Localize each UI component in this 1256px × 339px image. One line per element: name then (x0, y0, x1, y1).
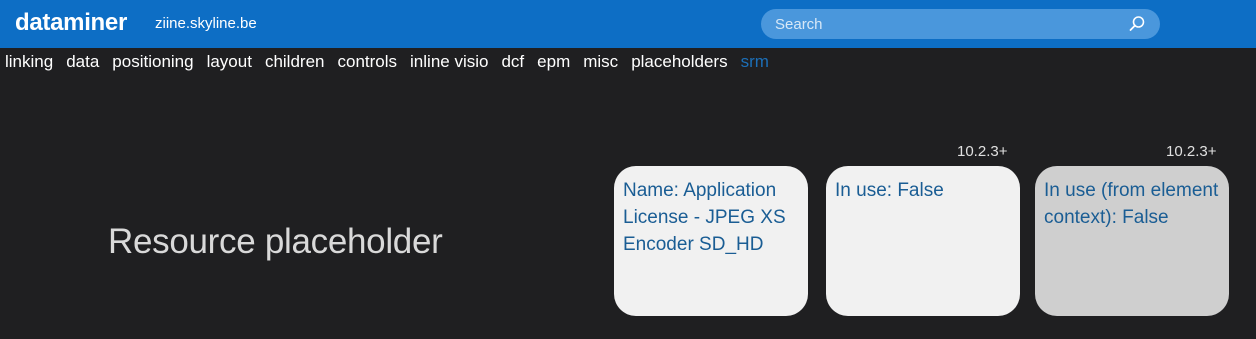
nav-item-inline-visio[interactable]: inline visio (410, 52, 488, 72)
main-nav: linking data positioning layout children… (0, 48, 1256, 76)
card-text: Name: Application License - JPEG XS Enco… (623, 180, 786, 255)
nav-item-epm[interactable]: epm (537, 52, 570, 72)
section-title: Resource placeholder (108, 222, 443, 261)
resource-name-card: Name: Application License - JPEG XS Enco… (614, 166, 808, 316)
version-badge: 10.2.3+ (957, 143, 1008, 160)
version-badge: 10.2.3+ (1166, 143, 1217, 160)
nav-item-layout[interactable]: layout (207, 52, 252, 72)
top-bar: dataminer ziine.skyline.be (0, 0, 1256, 48)
nav-item-data[interactable]: data (66, 52, 99, 72)
card-text: In use: False (835, 180, 944, 201)
nav-item-srm[interactable]: srm (741, 52, 769, 72)
card-text: In use (from element context): False (1044, 180, 1219, 228)
search-input[interactable] (775, 15, 1115, 33)
nav-item-dcf[interactable]: dcf (501, 52, 524, 72)
nav-item-children[interactable]: children (265, 52, 325, 72)
nav-item-controls[interactable]: controls (338, 52, 398, 72)
nav-item-misc[interactable]: misc (583, 52, 618, 72)
nav-item-linking[interactable]: linking (5, 52, 53, 72)
in-use-element-context-card: In use (from element context): False (1035, 166, 1229, 316)
nav-item-placeholders[interactable]: placeholders (631, 52, 727, 72)
brand-logo[interactable]: dataminer (15, 9, 127, 37)
nav-item-positioning[interactable]: positioning (112, 52, 193, 72)
host-name: ziine.skyline.be (155, 15, 257, 32)
search-box[interactable] (761, 9, 1160, 39)
search-icon[interactable] (1128, 15, 1146, 33)
in-use-card: In use: False (826, 166, 1020, 316)
